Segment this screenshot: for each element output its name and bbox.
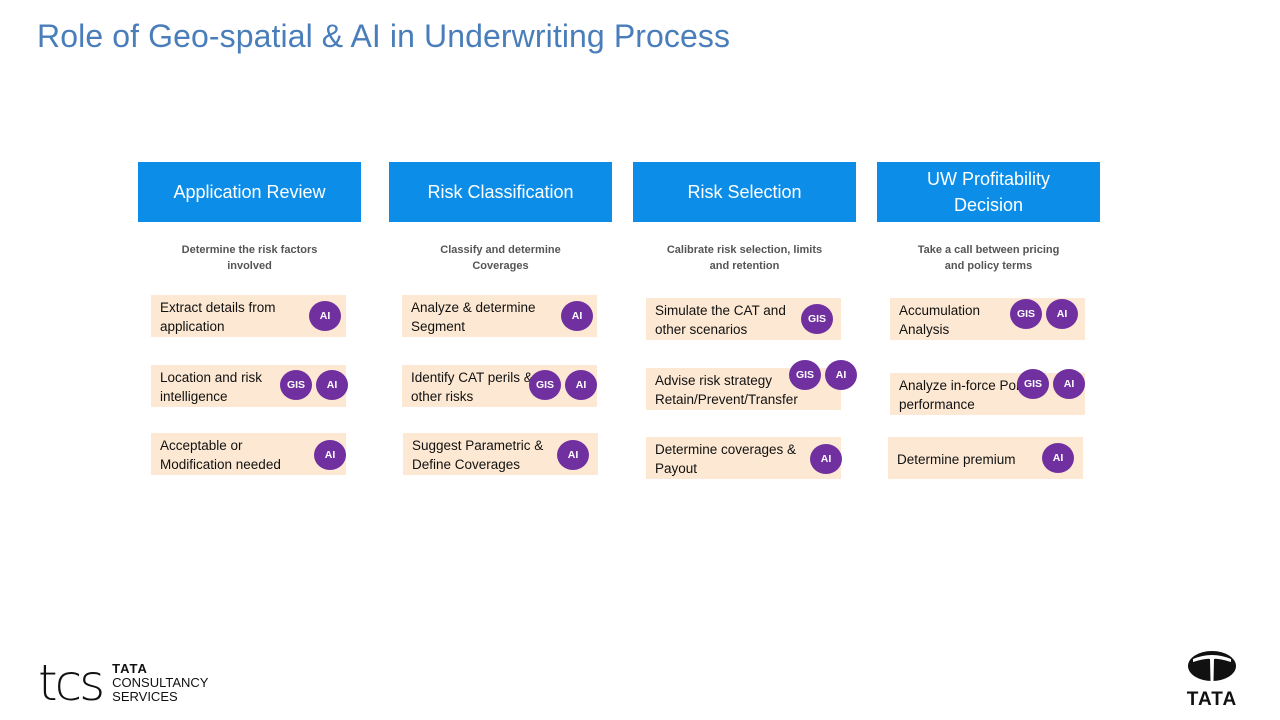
column-heading: Risk Classification [389,162,612,222]
ai-badge-icon: AI [1046,299,1078,329]
tag-group: AI [309,301,341,331]
tag-group: AI [810,444,842,474]
gis-badge-icon: GIS [801,304,833,334]
tcs-logo-mark: tcs [38,654,105,712]
tag-group: AI [561,301,593,331]
tata-emblem-icon [1188,651,1236,681]
column-heading: Application Review [138,162,361,222]
tcs-logo: tcs TATA CONSULTANCY SERVICES [38,654,208,712]
ai-badge-icon: AI [557,440,589,470]
ai-badge-icon: AI [1042,443,1074,473]
column-application-review: Application Review Determine the risk fa… [138,162,361,276]
task-text: Determine premium [897,451,1016,467]
tata-logo: TATA [1180,650,1244,711]
gis-badge-icon: GIS [789,360,821,390]
ai-badge-icon: AI [810,444,842,474]
tcs-line-2: CONSULTANCY [112,675,209,690]
column-risk-classification: Risk Classification Classify and determi… [389,162,612,276]
tcs-line-1: TATA [112,661,148,676]
tag-group: GIS [801,304,833,334]
task-text: Determine coverages & Payout [655,442,797,476]
ai-badge-icon: AI [825,360,857,390]
tag-group: GIS AI [789,360,857,390]
ai-badge-icon: AI [316,370,348,400]
gis-badge-icon: GIS [1017,369,1049,399]
gis-badge-icon: GIS [1010,299,1042,329]
column-heading: UW Profitability Decision [877,162,1100,222]
ai-badge-icon: AI [314,440,346,470]
tag-group: GIS AI [1017,369,1085,399]
page-title: Role of Geo-spatial & AI in Underwriting… [37,18,731,54]
column-subtitle: Classify and determine Coverages [440,244,561,272]
column-subtitle: Calibrate risk selection, limits and ret… [666,244,823,272]
column-subtitle: Determine the risk factors involved [181,244,318,272]
tcs-line-3: SERVICES [112,689,178,704]
task-text: Acceptable or Modification needed [160,438,281,472]
task-text: Extract details from application [160,300,276,334]
ai-badge-icon: AI [565,370,597,400]
gis-badge-icon: GIS [280,370,312,400]
ai-badge-icon: AI [1053,369,1085,399]
task-text: Accumulation Analysis [899,303,981,337]
ai-badge-icon: AI [309,301,341,331]
tag-group: GIS AI [280,370,348,400]
tag-group: AI [1042,443,1074,473]
task-text: Suggest Parametric & Define Coverages [412,438,544,472]
tag-group: AI [557,440,589,470]
column-uw-profitability: UW Profitability Decision Take a call be… [877,162,1100,276]
tata-wordmark: TATA [1186,689,1238,710]
tcs-logo-text: TATA CONSULTANCY SERVICES [112,662,208,704]
tag-group: GIS AI [529,370,597,400]
task-text: Simulate the CAT and other scenarios [655,303,786,337]
column-subtitle: Take a call between pricing and policy t… [917,244,1060,272]
ai-badge-icon: AI [561,301,593,331]
tag-group: AI [314,440,346,470]
gis-badge-icon: GIS [529,370,561,400]
task-text: Analyze & determine Segment [411,300,536,334]
column-heading: Risk Selection [633,162,856,222]
tag-group: GIS AI [1010,299,1078,329]
column-risk-selection: Risk Selection Calibrate risk selection,… [633,162,856,276]
